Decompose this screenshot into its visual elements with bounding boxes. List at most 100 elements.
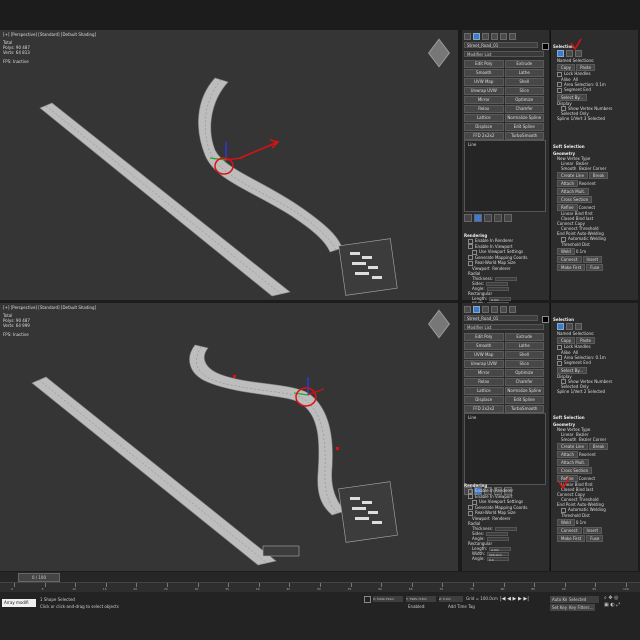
z-coordinate[interactable]: Z: 0.0m	[439, 596, 463, 602]
modifier-button[interactable]: TurboSmooth	[504, 405, 544, 413]
modifier-button[interactable]: Unwrap UVW	[464, 87, 504, 95]
road-curved	[198, 77, 343, 253]
modifier-stack[interactable]: Line	[464, 140, 546, 212]
modifier-button[interactable]: Optimize	[504, 96, 544, 104]
modifier-button[interactable]: Displace	[464, 123, 504, 131]
timeline-tick-label: 75	[470, 587, 474, 591]
modifier-button[interactable]: Slice	[504, 87, 544, 95]
modifier-button[interactable]: Relax	[464, 105, 504, 113]
modifier-button[interactable]: Normalize Spline	[504, 114, 544, 122]
time-slider[interactable]: 0 / 100 0 5 10 15 20 25 30 35 40 45 50 55 60 65 70 75 80…	[0, 572, 640, 593]
scene-geometry[interactable]	[0, 30, 458, 300]
modifier-button[interactable]: Mirror	[464, 369, 504, 377]
modifier-stack[interactable]: Line	[464, 413, 546, 485]
playback-controls[interactable]: |◀ ◀ ▶ ▶ ▶|	[500, 596, 529, 602]
select-by-button[interactable]: Select By...	[557, 93, 587, 101]
modifier-sets: Edit Poly Extrude Smooth Lathe UVW Map Shell U…	[464, 60, 544, 149]
object-color-swatch[interactable]	[542, 43, 549, 50]
modifier-button[interactable]: Edit Poly	[464, 60, 504, 68]
viewport-bottom[interactable]: [+] [Perspective] [Standard] [Default Sh…	[0, 303, 458, 571]
x-coordinate[interactable]: X: 5444.791m	[373, 596, 403, 602]
modifier-button[interactable]: Edit Poly	[464, 333, 504, 341]
rendering-rollout: Rendering Enable In Renderer Enable In V…	[464, 233, 546, 312]
key-mode-dropdown[interactable]: Selected	[567, 596, 599, 603]
modify-tab-icon	[473, 33, 480, 40]
modifier-button[interactable]: UVW Map	[464, 78, 504, 86]
add-time-tag[interactable]: Add Time Tag	[448, 604, 475, 609]
modifier-button[interactable]: Mirror	[464, 96, 504, 104]
timeline-tick	[44, 583, 46, 587]
paste-button[interactable]: Paste	[576, 337, 595, 344]
command-panel-tabs[interactable]	[464, 306, 549, 313]
modifier-button[interactable]: Lattice	[464, 387, 504, 395]
soft-selection-rollout[interactable]: Soft Selection	[553, 415, 635, 420]
modifier-button[interactable]: Relax	[464, 378, 504, 386]
key-filters-button[interactable]: Key Filters...	[567, 604, 596, 611]
vertex-mode-icon	[557, 323, 564, 330]
modifier-button[interactable]: FFD 2x2x2	[464, 132, 504, 140]
command-panel-bottom: Street_Road_01 Modifier List Edit Poly Ex…	[462, 303, 549, 571]
status-bar: Array modifi 1 Shape Selected Click or c…	[0, 592, 640, 640]
modifier-button[interactable]: Smooth	[464, 69, 504, 77]
road-straight	[31, 376, 277, 566]
grid-size: Grid = 100.0cm	[466, 596, 498, 601]
modifier-button[interactable]: Displace	[464, 396, 504, 404]
selection-rollout: Selection Named Selections: Copy Paste Lo…	[553, 44, 635, 121]
modifier-button[interactable]: Extrude	[504, 60, 544, 68]
viewport-top[interactable]: [+] [Perspective] [Standard] [Default Sh…	[0, 30, 458, 300]
frame-counter[interactable]: 0 / 100	[18, 573, 60, 582]
maxscript-listener[interactable]: Array modifi	[2, 599, 36, 607]
editable-spline-panel-top: Selection Named Selections: Copy Paste Lo…	[550, 30, 638, 300]
copy-button[interactable]: Copy	[557, 337, 576, 344]
timeline-tick-label: 45	[286, 587, 291, 591]
stack-item-line[interactable]: Line	[465, 141, 545, 148]
modifier-button[interactable]: UVW Map	[464, 351, 504, 359]
modifier-button[interactable]: Edit Spline	[504, 123, 544, 131]
scene-geometry[interactable]	[0, 303, 458, 571]
modifier-button[interactable]: Lathe	[504, 342, 544, 350]
copy-button[interactable]: Copy	[557, 64, 576, 71]
object-color-swatch[interactable]	[542, 316, 549, 323]
modifier-button[interactable]: TurboSmooth	[504, 132, 544, 140]
motion-tab-icon	[491, 306, 498, 313]
modifier-button[interactable]: Edit Spline	[504, 396, 544, 404]
modifier-button[interactable]: Smooth	[464, 342, 504, 350]
modifier-button[interactable]: Lathe	[504, 69, 544, 77]
modifier-button[interactable]: Slice	[504, 360, 544, 368]
paste-button[interactable]: Paste	[576, 64, 595, 71]
stack-item-line[interactable]: Line	[465, 414, 545, 421]
object-name-field[interactable]: Street_Road_01	[464, 42, 538, 48]
timeline-tick-label: 85	[531, 587, 536, 591]
modifier-button[interactable]: Unwrap UVW	[464, 360, 504, 368]
display-tab-icon	[500, 33, 507, 40]
y-coordinate[interactable]: Y: 7965.718m	[406, 596, 436, 602]
modifier-list-dropdown[interactable]: Modifier List	[464, 51, 544, 57]
command-panel-tabs[interactable]	[464, 33, 549, 40]
timeline-tick-label: 10	[72, 587, 77, 591]
modifier-button[interactable]: Chamfer	[504, 378, 544, 386]
modifier-list-dropdown[interactable]: Modifier List	[464, 324, 544, 330]
modifier-button[interactable]: FFD 2x2x2	[464, 405, 504, 413]
soft-selection-rollout[interactable]: Soft Selection	[553, 144, 635, 149]
create-tab-icon	[464, 33, 471, 40]
modifier-button[interactable]: Optimize	[504, 369, 544, 377]
timeline-tick-label: 20	[133, 587, 138, 591]
timeline-tick-label: 0	[11, 587, 13, 591]
road-straight	[39, 102, 291, 297]
lock-selection-icon[interactable]	[364, 596, 371, 603]
modifier-button[interactable]: Lattice	[464, 114, 504, 122]
modifier-button[interactable]: Chamfer	[504, 105, 544, 113]
object-name-field[interactable]: Street_Road_01	[464, 315, 538, 321]
timeline-tick-label: 5	[41, 587, 44, 591]
timeline-tick-label: 90	[561, 587, 566, 591]
modifier-button[interactable]: Shell	[504, 78, 544, 86]
modifier-sets: Edit Poly Extrude Smooth Lathe UVW Map Shell U…	[464, 333, 544, 422]
stack-tools[interactable]	[464, 214, 544, 222]
hierarchy-tab-icon	[482, 306, 489, 313]
select-by-button[interactable]: Select By...	[557, 366, 587, 374]
modifier-button[interactable]: Normalize Spline	[504, 387, 544, 395]
viewport-nav-controls[interactable]: ⌕ ✥ ◎ ▣ ◐ ⤢	[604, 595, 620, 609]
timeline-tick-label: 55	[347, 587, 352, 591]
modifier-button[interactable]: Shell	[504, 351, 544, 359]
modifier-button[interactable]: Extrude	[504, 333, 544, 341]
